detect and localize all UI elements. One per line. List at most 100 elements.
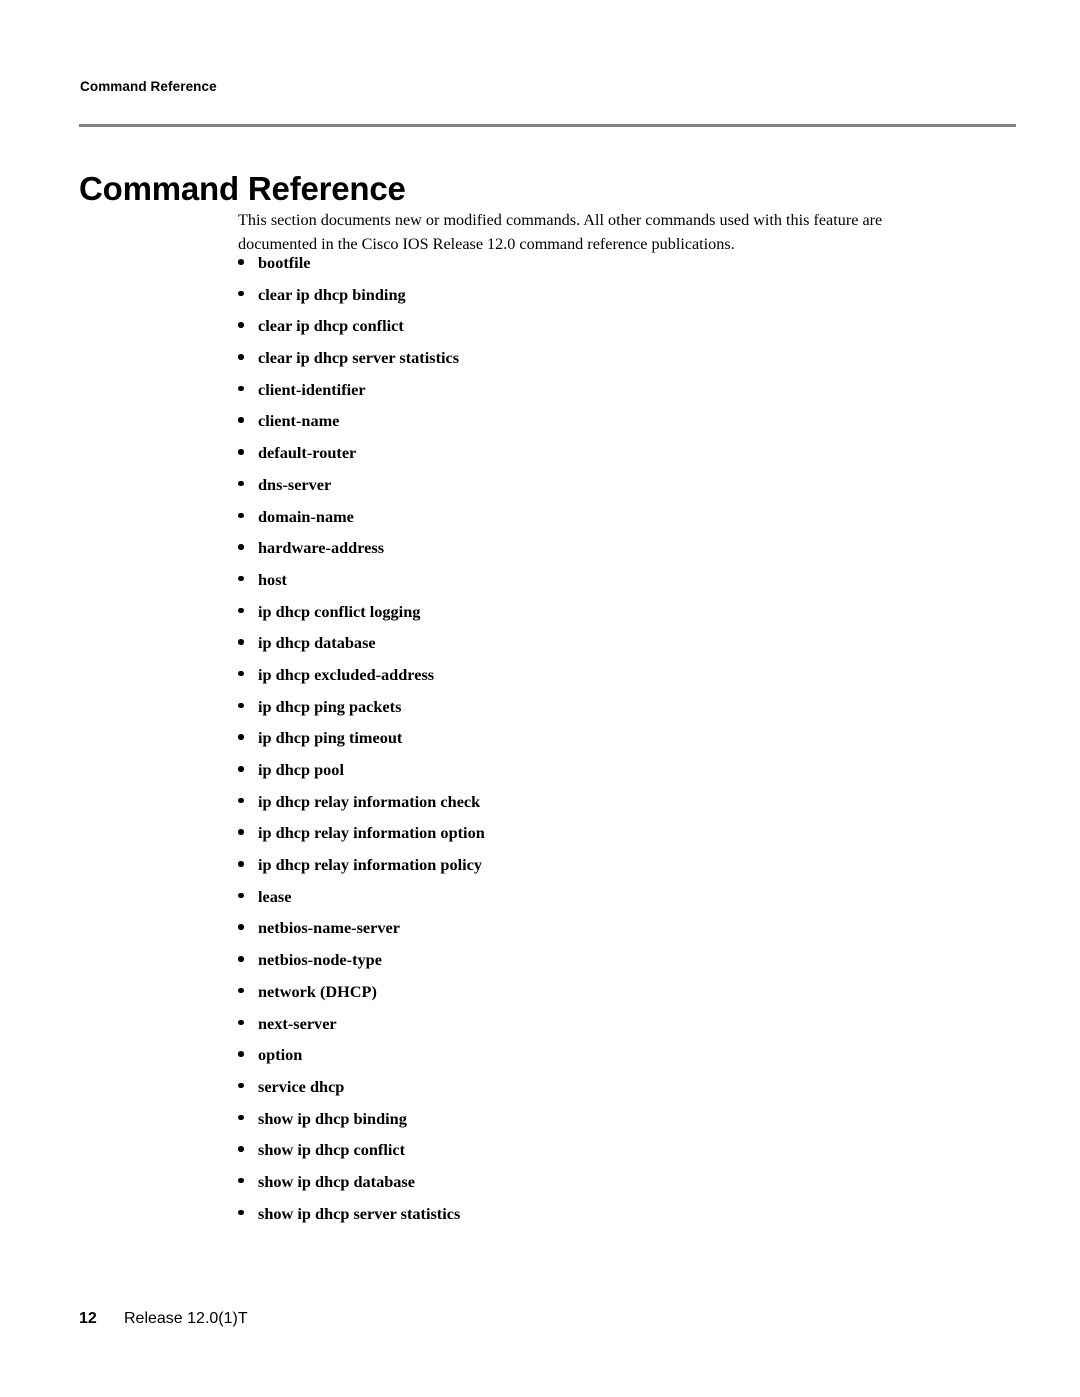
bullet-icon (238, 607, 244, 614)
command-list-item[interactable]: network (DHCP) (238, 976, 938, 1008)
bullet-icon (238, 1019, 244, 1025)
command-list-item[interactable]: clear ip dhcp conflict (238, 310, 938, 342)
bullet-icon (238, 892, 244, 899)
command-list-item[interactable]: netbios-node-type (238, 944, 938, 976)
command-list-item[interactable]: client-name (238, 405, 938, 437)
command-name: ip dhcp pool (258, 760, 344, 779)
footer-page-number: 12 (79, 1310, 97, 1327)
command-list-item[interactable]: lease (238, 881, 938, 913)
command-list-item[interactable]: show ip dhcp conflict (238, 1134, 938, 1166)
command-name: dns-server (258, 474, 332, 494)
command-list-item[interactable]: next-server (238, 1008, 938, 1040)
bullet-icon (238, 1209, 244, 1216)
command-list-item[interactable]: ip dhcp relay information option (238, 817, 938, 849)
bullet-icon (238, 1114, 244, 1121)
command-name: show ip dhcp conflict (258, 1140, 406, 1160)
command-name: default-router (258, 443, 357, 463)
bullet-icon (238, 861, 244, 867)
command-list-item[interactable]: ip dhcp pool (238, 754, 938, 786)
command-list-item[interactable]: ip dhcp relay information check (238, 786, 938, 818)
command-list-item[interactable]: ip dhcp excluded-address (238, 659, 938, 691)
page-footer: 12 Release 12.0(1)T (79, 1310, 248, 1328)
bullet-icon (238, 480, 244, 487)
command-name: netbios-node-type (258, 950, 382, 970)
command-list-item[interactable]: option (238, 1039, 938, 1071)
bullet-icon (238, 956, 244, 962)
command-name: ip dhcp relay information check (258, 791, 481, 811)
command-list-item[interactable]: clear ip dhcp binding (238, 279, 938, 311)
command-list-item[interactable]: service dhcp (238, 1071, 938, 1103)
command-list-item[interactable]: ip dhcp ping packets (238, 691, 938, 723)
command-list-item[interactable]: hardware-address (238, 532, 938, 564)
bullet-icon (238, 734, 244, 740)
command-name: domain-name (258, 506, 354, 526)
bullet-icon (238, 354, 244, 360)
command-name: hardware-address (258, 538, 385, 558)
command-name: network (DHCP) (258, 981, 377, 1001)
command-name: netbios-name-server (258, 918, 400, 938)
header-divider-rule (79, 124, 1016, 127)
command-list-item[interactable]: show ip dhcp binding (238, 1103, 938, 1135)
command-name: show ip dhcp binding (258, 1108, 407, 1128)
bullet-icon (238, 639, 244, 645)
command-name: clear ip dhcp server statistics (258, 348, 460, 368)
bullet-icon (238, 702, 244, 709)
page-title: Command Reference (79, 170, 406, 208)
command-name: ip dhcp database (258, 633, 376, 653)
bullet-icon (238, 1082, 244, 1089)
command-name: ip dhcp relay information policy (258, 855, 483, 875)
bullet-icon (238, 987, 244, 994)
command-name: clear ip dhcp binding (258, 284, 406, 304)
command-list-item[interactable]: client-identifier (238, 374, 938, 406)
command-list-item[interactable]: ip dhcp ping timeout (238, 722, 938, 754)
command-name: client-identifier (258, 379, 366, 399)
command-list-item[interactable]: dns-server (238, 469, 938, 501)
bullet-icon (238, 385, 244, 392)
bullet-icon (238, 575, 244, 582)
command-list-item[interactable]: ip dhcp conflict logging (238, 596, 938, 628)
document-page: Command Reference Command Reference This… (0, 0, 1080, 1397)
bullet-icon (238, 1146, 244, 1152)
command-name: ip dhcp conflict logging (258, 601, 421, 621)
bullet-icon (238, 829, 244, 835)
bullet-icon (238, 290, 244, 297)
command-list-item[interactable]: host (238, 564, 938, 596)
command-name: host (258, 569, 287, 589)
bullet-icon (238, 670, 244, 677)
bullet-icon (238, 322, 244, 328)
command-list-item[interactable]: ip dhcp relay information policy (238, 849, 938, 881)
command-name: ip dhcp excluded-address (258, 664, 435, 684)
bullet-icon (238, 417, 244, 423)
command-name: show ip dhcp database (258, 1171, 415, 1191)
bullet-icon (238, 1177, 244, 1184)
command-name: ip dhcp ping timeout (258, 728, 403, 748)
bullet-icon (238, 544, 244, 550)
command-list-item[interactable]: default-router (238, 437, 938, 469)
bullet-icon (238, 512, 244, 518)
command-name: next-server (258, 1013, 337, 1033)
bullet-icon (238, 1051, 244, 1057)
command-list-item[interactable]: show ip dhcp server statistics (238, 1198, 938, 1230)
command-name: bootfile (258, 253, 311, 272)
bullet-icon (238, 259, 244, 265)
command-list: bootfile clear ip dhcp binding clear ip dh… (238, 247, 938, 1229)
command-name: lease (258, 886, 292, 906)
command-list-item[interactable]: clear ip dhcp server statistics (238, 342, 938, 374)
bullet-icon (238, 924, 244, 930)
command-name: service dhcp (258, 1076, 345, 1096)
command-list-item[interactable]: ip dhcp database (238, 627, 938, 659)
command-name: client-name (258, 411, 340, 431)
command-name: ip dhcp ping packets (258, 696, 402, 716)
command-list-item[interactable]: domain-name (238, 501, 938, 533)
command-name: option (258, 1045, 303, 1065)
command-name: clear ip dhcp conflict (258, 316, 404, 336)
bullet-icon (238, 797, 244, 804)
bullet-icon (238, 449, 244, 455)
bullet-icon (238, 766, 244, 772)
running-head: Command Reference (80, 79, 217, 94)
command-list-item[interactable]: netbios-name-server (238, 912, 938, 944)
command-name: show ip dhcp server statistics (258, 1203, 461, 1223)
command-list-item[interactable]: bootfile (238, 247, 938, 279)
command-list-item[interactable]: show ip dhcp database (238, 1166, 938, 1198)
command-name: ip dhcp relay information option (258, 823, 485, 843)
